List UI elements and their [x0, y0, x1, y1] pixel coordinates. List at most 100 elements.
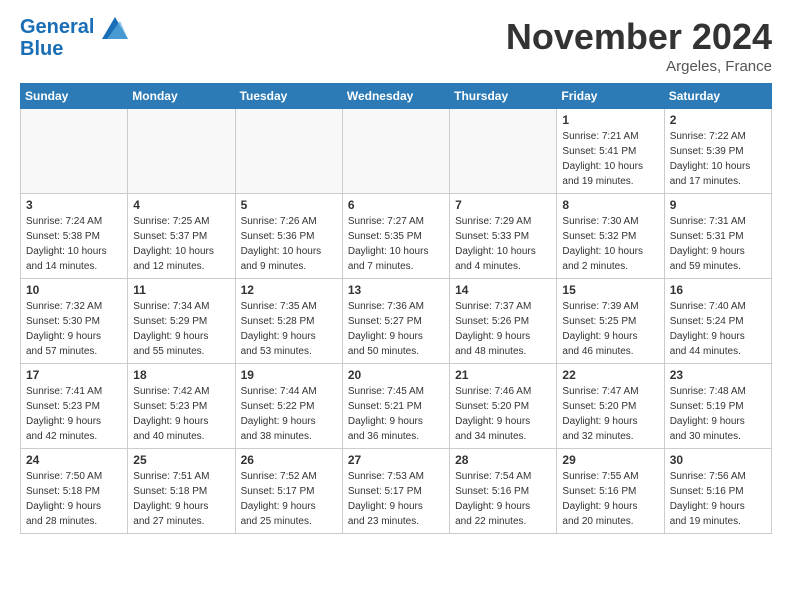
- calendar-cell: 7Sunrise: 7:29 AMSunset: 5:33 PMDaylight…: [450, 194, 557, 279]
- day-info: Sunrise: 7:50 AMSunset: 5:18 PMDaylight:…: [26, 469, 122, 529]
- day-info: Sunrise: 7:40 AMSunset: 5:24 PMDaylight:…: [670, 299, 766, 359]
- day-number: 15: [562, 283, 658, 297]
- col-wednesday: Wednesday: [342, 84, 449, 109]
- day-number: 19: [241, 368, 337, 382]
- calendar-cell: 28 Sunrise: 7:54 AMSunset: 5:16 PMDayligh…: [450, 449, 557, 534]
- day-number: 2: [670, 113, 766, 127]
- calendar-cell: 8 Sunrise: 7:30 AMSunset: 5:32 PMDaylight…: [557, 194, 664, 279]
- day-info: Sunrise: 7:42 AMSunset: 5:23 PMDaylight:…: [133, 384, 229, 444]
- day-number: 16: [670, 283, 766, 297]
- day-number: 26: [241, 453, 337, 467]
- calendar-cell: 10 Sunrise: 7:32 AMSunset: 5:30 PMDayligh…: [21, 279, 128, 364]
- calendar-cell: 23 Sunrise: 7:48 AMSunset: 5:19 PMDayligh…: [664, 364, 771, 449]
- calendar-cell: [450, 109, 557, 194]
- week-row-1: 1 Sunrise: 7:21 AMSunset: 5:41 PMDaylight…: [21, 109, 772, 194]
- day-number: 21: [455, 368, 551, 382]
- calendar-cell: 18Sunrise: 7:42 AMSunset: 5:23 PMDayligh…: [128, 364, 235, 449]
- calendar-cell: [342, 109, 449, 194]
- week-row-3: 10 Sunrise: 7:32 AMSunset: 5:30 PMDayligh…: [21, 279, 772, 364]
- day-number: 8: [562, 198, 658, 212]
- day-info: Sunrise: 7:24 AMSunset: 5:38 PMDaylight:…: [26, 214, 122, 274]
- day-number: 10: [26, 283, 122, 297]
- day-info: Sunrise: 7:22 AMSunset: 5:39 PMDaylight:…: [670, 129, 766, 189]
- day-info: Sunrise: 7:29 AMSunset: 5:33 PMDaylight:…: [455, 214, 551, 274]
- day-info: Sunrise: 7:46 AMSunset: 5:20 PMDaylight:…: [455, 384, 551, 444]
- day-number: 4: [133, 198, 229, 212]
- day-info: Sunrise: 7:27 AMSunset: 5:35 PMDaylight:…: [348, 214, 444, 274]
- day-info: Sunrise: 7:39 AMSunset: 5:25 PMDaylight:…: [562, 299, 658, 359]
- day-number: 20: [348, 368, 444, 382]
- day-info: Sunrise: 7:21 AMSunset: 5:41 PMDaylight:…: [562, 129, 658, 189]
- calendar-cell: 27Sunrise: 7:53 AMSunset: 5:17 PMDayligh…: [342, 449, 449, 534]
- calendar-cell: [21, 109, 128, 194]
- calendar-cell: 6Sunrise: 7:27 AMSunset: 5:35 PMDaylight…: [342, 194, 449, 279]
- calendar-table: Sunday Monday Tuesday Wednesday Thursday…: [20, 83, 772, 534]
- day-info: Sunrise: 7:37 AMSunset: 5:26 PMDaylight:…: [455, 299, 551, 359]
- calendar-cell: [128, 109, 235, 194]
- day-info: Sunrise: 7:25 AMSunset: 5:37 PMDaylight:…: [133, 214, 229, 274]
- calendar-cell: 14 Sunrise: 7:37 AMSunset: 5:26 PMDayligh…: [450, 279, 557, 364]
- day-number: 22: [562, 368, 658, 382]
- day-number: 14: [455, 283, 551, 297]
- day-number: 9: [670, 198, 766, 212]
- day-info: Sunrise: 7:45 AMSunset: 5:21 PMDaylight:…: [348, 384, 444, 444]
- day-info: Sunrise: 7:56 AMSunset: 5:16 PMDaylight:…: [670, 469, 766, 529]
- day-number: 30: [670, 453, 766, 467]
- week-row-2: 3 Sunrise: 7:24 AMSunset: 5:38 PMDaylight…: [21, 194, 772, 279]
- calendar-cell: 22 Sunrise: 7:47 AMSunset: 5:20 PMDayligh…: [557, 364, 664, 449]
- header-row: Sunday Monday Tuesday Wednesday Thursday…: [21, 84, 772, 109]
- day-info: Sunrise: 7:36 AMSunset: 5:27 PMDaylight:…: [348, 299, 444, 359]
- day-number: 12: [241, 283, 337, 297]
- calendar-cell: 20 Sunrise: 7:45 AMSunset: 5:21 PMDayligh…: [342, 364, 449, 449]
- col-sunday: Sunday: [21, 84, 128, 109]
- day-number: 1: [562, 113, 658, 127]
- calendar-cell: [235, 109, 342, 194]
- calendar-cell: 5 Sunrise: 7:26 AMSunset: 5:36 PMDaylight…: [235, 194, 342, 279]
- calendar-cell: 25 Sunrise: 7:51 AMSunset: 5:18 PMDayligh…: [128, 449, 235, 534]
- calendar-cell: 2 Sunrise: 7:22 AMSunset: 5:39 PMDaylight…: [664, 109, 771, 194]
- week-row-5: 24 Sunrise: 7:50 AMSunset: 5:18 PMDayligh…: [21, 449, 772, 534]
- day-info: Sunrise: 7:30 AMSunset: 5:32 PMDaylight:…: [562, 214, 658, 274]
- day-number: 24: [26, 453, 122, 467]
- day-number: 27: [348, 453, 444, 467]
- logo-icon: [102, 17, 128, 39]
- day-number: 23: [670, 368, 766, 382]
- month-title: November 2024: [506, 16, 772, 58]
- day-number: 5: [241, 198, 337, 212]
- day-info: Sunrise: 7:34 AMSunset: 5:29 PMDaylight:…: [133, 299, 229, 359]
- calendar-cell: 21 Sunrise: 7:46 AMSunset: 5:20 PMDayligh…: [450, 364, 557, 449]
- location: Argeles, France: [506, 58, 772, 75]
- day-info: Sunrise: 7:26 AMSunset: 5:36 PMDaylight:…: [241, 214, 337, 274]
- day-number: 3: [26, 198, 122, 212]
- logo-general: General: [20, 16, 94, 38]
- col-tuesday: Tuesday: [235, 84, 342, 109]
- day-info: Sunrise: 7:54 AMSunset: 5:16 PMDaylight:…: [455, 469, 551, 529]
- calendar-cell: 9 Sunrise: 7:31 AMSunset: 5:31 PMDaylight…: [664, 194, 771, 279]
- calendar-cell: 3 Sunrise: 7:24 AMSunset: 5:38 PMDaylight…: [21, 194, 128, 279]
- calendar-cell: 12Sunrise: 7:35 AMSunset: 5:28 PMDayligh…: [235, 279, 342, 364]
- calendar-cell: 24 Sunrise: 7:50 AMSunset: 5:18 PMDayligh…: [21, 449, 128, 534]
- day-info: Sunrise: 7:55 AMSunset: 5:16 PMDaylight:…: [562, 469, 658, 529]
- logo-text: General: [20, 16, 130, 39]
- day-info: Sunrise: 7:51 AMSunset: 5:18 PMDaylight:…: [133, 469, 229, 529]
- calendar-cell: 4 Sunrise: 7:25 AMSunset: 5:37 PMDaylight…: [128, 194, 235, 279]
- day-info: Sunrise: 7:41 AMSunset: 5:23 PMDaylight:…: [26, 384, 122, 444]
- calendar-cell: 15 Sunrise: 7:39 AMSunset: 5:25 PMDayligh…: [557, 279, 664, 364]
- calendar-cell: 29 Sunrise: 7:55 AMSunset: 5:16 PMDayligh…: [557, 449, 664, 534]
- day-info: Sunrise: 7:32 AMSunset: 5:30 PMDaylight:…: [26, 299, 122, 359]
- day-info: Sunrise: 7:31 AMSunset: 5:31 PMDaylight:…: [670, 214, 766, 274]
- day-number: 13: [348, 283, 444, 297]
- calendar-cell: 19Sunrise: 7:44 AMSunset: 5:22 PMDayligh…: [235, 364, 342, 449]
- week-row-4: 17Sunrise: 7:41 AMSunset: 5:23 PMDayligh…: [21, 364, 772, 449]
- day-info: Sunrise: 7:47 AMSunset: 5:20 PMDaylight:…: [562, 384, 658, 444]
- calendar-cell: 17Sunrise: 7:41 AMSunset: 5:23 PMDayligh…: [21, 364, 128, 449]
- day-number: 11: [133, 283, 229, 297]
- col-saturday: Saturday: [664, 84, 771, 109]
- day-number: 28: [455, 453, 551, 467]
- title-area: November 2024 Argeles, France: [506, 16, 772, 75]
- day-number: 25: [133, 453, 229, 467]
- day-info: Sunrise: 7:48 AMSunset: 5:19 PMDaylight:…: [670, 384, 766, 444]
- calendar-cell: 26Sunrise: 7:52 AMSunset: 5:17 PMDayligh…: [235, 449, 342, 534]
- day-number: 29: [562, 453, 658, 467]
- calendar-cell: 13 Sunrise: 7:36 AMSunset: 5:27 PMDayligh…: [342, 279, 449, 364]
